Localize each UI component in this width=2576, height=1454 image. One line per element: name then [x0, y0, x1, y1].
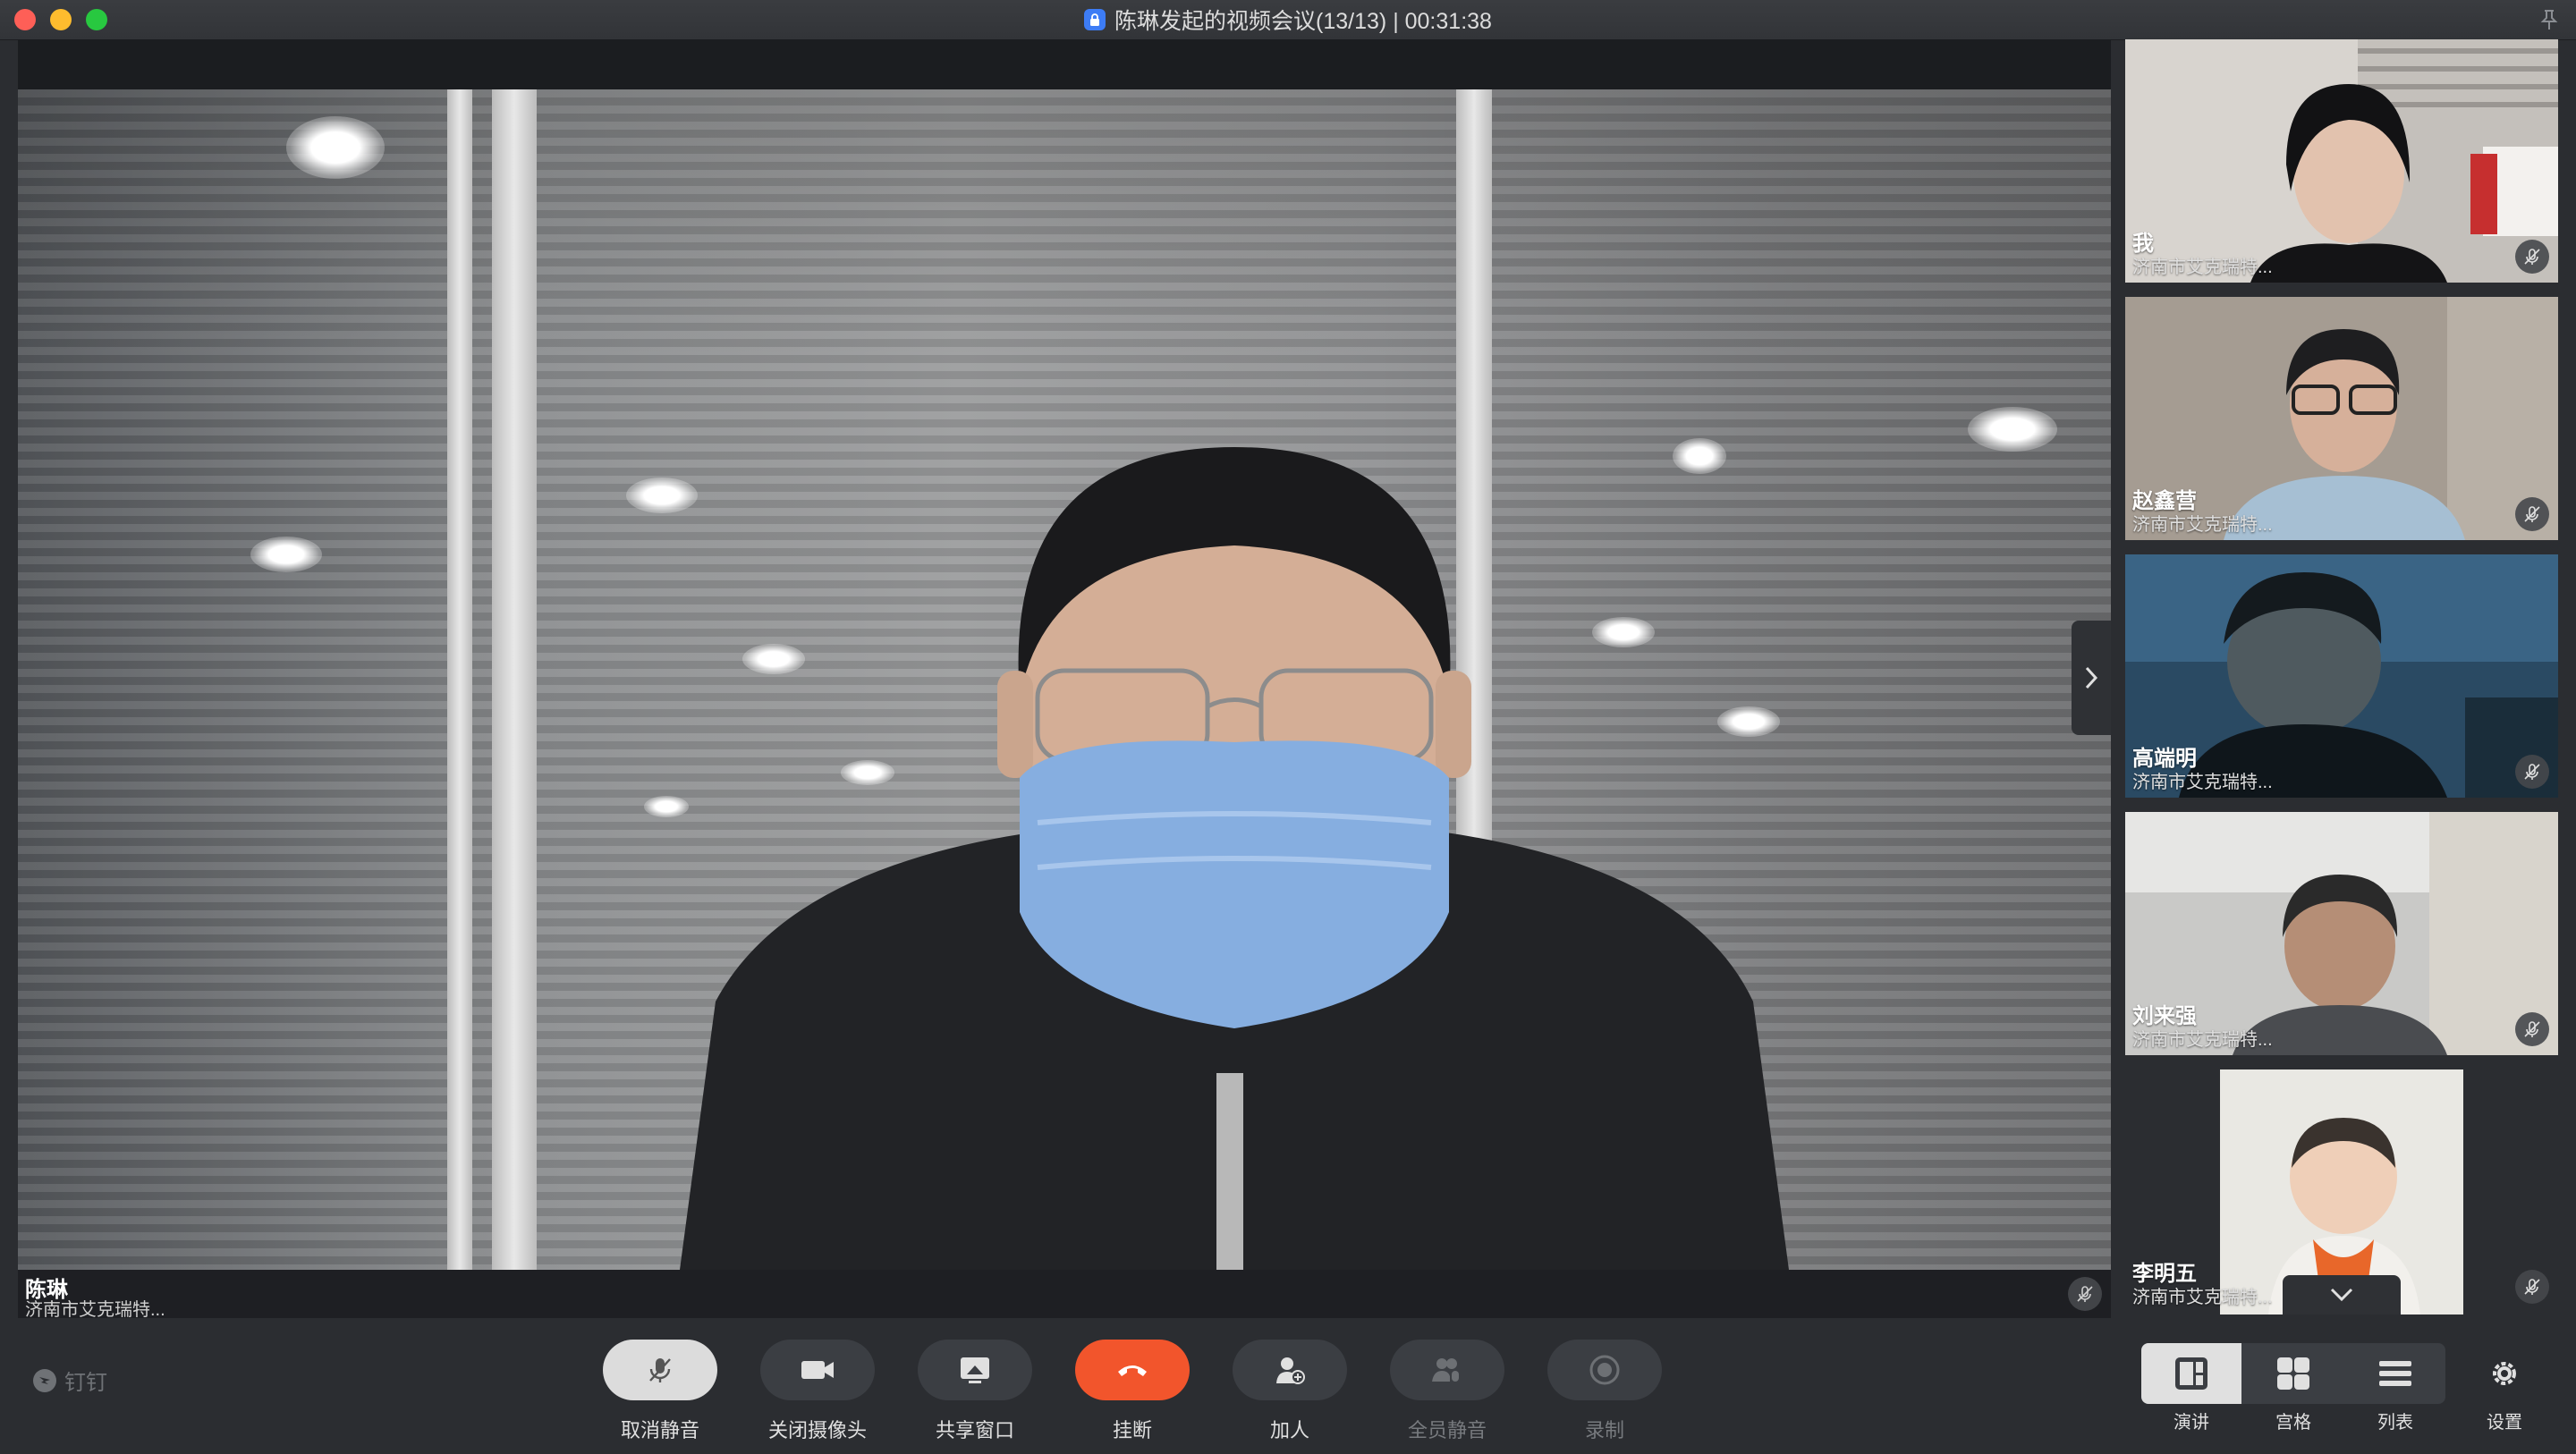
mic-muted-icon [2515, 1012, 2549, 1046]
settings-label: 设置 [2487, 1413, 2522, 1433]
main-video[interactable]: 陈琳 济南市艾克瑞特... [18, 39, 2111, 1318]
camera-icon [801, 1361, 834, 1379]
main-video-feed [18, 89, 2111, 1270]
hangup-button[interactable]: 挂断 [1075, 1340, 1190, 1443]
speaker-view-icon [2175, 1357, 2207, 1390]
settings-button[interactable] [2469, 1343, 2540, 1404]
chevron-right-icon [2085, 666, 2098, 689]
phone-hangup-icon [1118, 1365, 1147, 1376]
list-view-button[interactable] [2345, 1343, 2445, 1404]
grid-view-label: 宫格 [2275, 1413, 2311, 1433]
expand-sidebar-button[interactable] [2072, 621, 2111, 735]
dingtalk-logo-icon [33, 1368, 56, 1392]
participant-org: 济南市艾克瑞特... [2132, 515, 2273, 535]
mic-muted-icon [2515, 240, 2549, 274]
add-person-icon [1276, 1357, 1305, 1384]
title-bar: 陈琳发起的视频会议(13/13) | 00:31:38 [0, 0, 2576, 40]
pin-icon[interactable] [2537, 7, 2562, 32]
participant-tile[interactable]: 高端明 济南市艾克瑞特... [2125, 554, 2558, 798]
mute-all-button[interactable]: 全员静音 [1390, 1340, 1504, 1443]
participant-tile[interactable]: 刘来强 济南市艾克瑞特... [2125, 812, 2558, 1055]
unmute-button[interactable]: 取消静音 [603, 1340, 717, 1443]
add-person-button[interactable]: 加人 [1233, 1340, 1347, 1443]
dingtalk-brand: 钉钉 [32, 1365, 107, 1396]
participant-org: 济南市艾克瑞特... [2132, 773, 2273, 792]
meeting-window: 陈琳发起的视频会议(13/13) | 00:31:38 陈琳 济南市艾克瑞特..… [0, 0, 2576, 1454]
participant-org: 济南市艾克瑞特... [2132, 1030, 2273, 1050]
mute-all-icon [1432, 1358, 1459, 1382]
mic-muted-icon [649, 1358, 671, 1382]
record-button[interactable]: 录制 [1547, 1340, 1662, 1443]
chevron-down-icon [2330, 1288, 2353, 1302]
list-view-label: 列表 [2377, 1413, 2413, 1433]
camera-off-button[interactable]: 关闭摄像头 [760, 1340, 875, 1443]
participant-tile[interactable]: 我 济南市艾克瑞特... [2125, 39, 2558, 283]
share-window-button[interactable]: 共享窗口 [918, 1340, 1032, 1443]
participant-video-feed [2125, 39, 2558, 283]
window-title: 陈琳发起的视频会议(13/13) | 00:31:38 [1114, 9, 1492, 34]
record-icon [1589, 1355, 1620, 1385]
participant-tile[interactable]: 赵鑫营 济南市艾克瑞特... [2125, 297, 2558, 540]
mic-muted-icon [2515, 497, 2549, 531]
main-speaker-org: 济南市艾克瑞特... [25, 1300, 165, 1318]
mic-muted-icon [2515, 1270, 2549, 1304]
share-screen-icon [961, 1357, 989, 1383]
gear-icon [2493, 1362, 2516, 1385]
participant-org: 济南市艾克瑞特... [2132, 258, 2273, 277]
grid-view-icon [2277, 1357, 2309, 1390]
main-speaker-nameplate: 陈琳 济南市艾克瑞特... [18, 1270, 2111, 1318]
lock-icon [1084, 9, 1106, 30]
speaker-view-label: 演讲 [2174, 1413, 2209, 1433]
view-switcher [2141, 1343, 2445, 1404]
scroll-down-button[interactable] [2283, 1275, 2401, 1315]
mic-muted-icon [2515, 755, 2549, 789]
list-view-icon [2379, 1361, 2411, 1386]
participant-video-person [680, 447, 1789, 1270]
mic-muted-icon [2068, 1277, 2102, 1311]
brand-name: 钉钉 [64, 1371, 107, 1395]
grid-view-button[interactable] [2243, 1343, 2343, 1404]
speaker-view-button[interactable] [2141, 1343, 2241, 1404]
participant-org: 济南市艾克瑞特... [2132, 1288, 2273, 1307]
